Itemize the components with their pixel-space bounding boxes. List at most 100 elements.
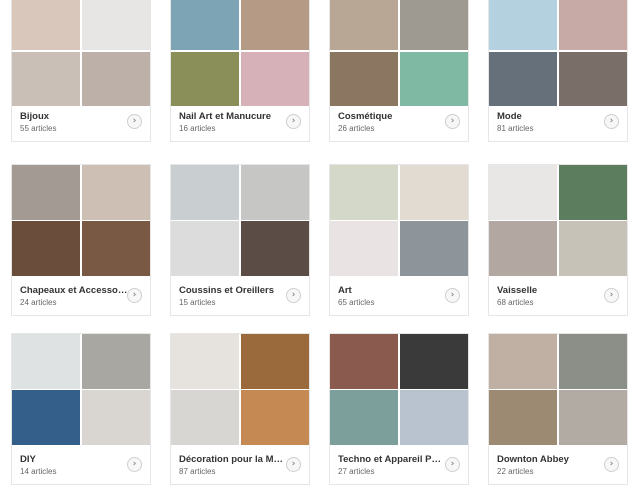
chevron-right-icon[interactable]: ›	[604, 288, 619, 303]
chevron-right-icon[interactable]: ›	[127, 114, 142, 129]
thumbnail-image[interactable]	[330, 334, 398, 389]
chevron-right-icon[interactable]: ›	[604, 114, 619, 129]
card-title[interactable]: Downton Abbey	[497, 454, 605, 465]
thumbnail-image[interactable]	[400, 165, 468, 220]
thumbnail-image[interactable]	[82, 52, 150, 106]
card-footer[interactable]: Cosmétique 26 articles ›	[330, 105, 468, 141]
thumbnail-image[interactable]	[489, 52, 557, 106]
thumbnail-image[interactable]	[559, 334, 627, 389]
card-footer[interactable]: Décoration pour la Maison 87 articles ›	[171, 448, 309, 484]
thumbnail-image[interactable]	[489, 334, 557, 389]
category-card[interactable]: Nail Art et Manucure 16 articles ›	[170, 0, 310, 142]
thumbnail-image[interactable]	[241, 165, 309, 220]
thumbnail-mosaic[interactable]	[330, 165, 468, 276]
thumbnail-mosaic[interactable]	[489, 0, 627, 106]
card-footer[interactable]: Chapeaux et Accessoires 24 articles ›	[12, 279, 150, 315]
thumbnail-image[interactable]	[330, 0, 398, 50]
card-title[interactable]: Bijoux	[20, 111, 128, 122]
thumbnail-mosaic[interactable]	[171, 0, 309, 106]
category-card[interactable]: Décoration pour la Maison 87 articles ›	[170, 333, 310, 485]
thumbnail-image[interactable]	[241, 0, 309, 50]
category-card[interactable]: Vaisselle 68 articles ›	[488, 164, 628, 316]
thumbnail-image[interactable]	[400, 334, 468, 389]
thumbnail-image[interactable]	[330, 52, 398, 106]
card-footer[interactable]: Mode 81 articles ›	[489, 105, 627, 141]
thumbnail-image[interactable]	[241, 221, 309, 276]
thumbnail-image[interactable]	[489, 221, 557, 276]
thumbnail-image[interactable]	[12, 165, 80, 220]
card-title[interactable]: Coussins et Oreillers	[179, 285, 287, 296]
chevron-right-icon[interactable]: ›	[286, 288, 301, 303]
card-title[interactable]: Art	[338, 285, 446, 296]
card-title[interactable]: Nail Art et Manucure	[179, 111, 287, 122]
card-footer[interactable]: Bijoux 55 articles ›	[12, 105, 150, 141]
card-footer[interactable]: Vaisselle 68 articles ›	[489, 279, 627, 315]
card-title[interactable]: Décoration pour la Maison	[179, 454, 287, 465]
thumbnail-image[interactable]	[171, 0, 239, 50]
category-card[interactable]: Cosmétique 26 articles ›	[329, 0, 469, 142]
chevron-right-icon[interactable]: ›	[604, 457, 619, 472]
card-title[interactable]: Mode	[497, 111, 605, 122]
category-card[interactable]: Mode 81 articles ›	[488, 0, 628, 142]
thumbnail-image[interactable]	[559, 221, 627, 276]
chevron-right-icon[interactable]: ›	[127, 288, 142, 303]
thumbnail-image[interactable]	[82, 390, 150, 445]
chevron-right-icon[interactable]: ›	[445, 288, 460, 303]
chevron-right-icon[interactable]: ›	[127, 457, 142, 472]
thumbnail-image[interactable]	[489, 0, 557, 50]
card-footer[interactable]: Art 65 articles ›	[330, 279, 468, 315]
thumbnail-image[interactable]	[12, 390, 80, 445]
thumbnail-image[interactable]	[400, 0, 468, 50]
thumbnail-image[interactable]	[489, 165, 557, 220]
thumbnail-image[interactable]	[330, 165, 398, 220]
thumbnail-mosaic[interactable]	[489, 165, 627, 276]
thumbnail-image[interactable]	[241, 334, 309, 389]
thumbnail-image[interactable]	[400, 221, 468, 276]
chevron-right-icon[interactable]: ›	[445, 114, 460, 129]
card-title[interactable]: Chapeaux et Accessoires	[20, 285, 128, 296]
thumbnail-image[interactable]	[559, 0, 627, 50]
category-card[interactable]: Bijoux 55 articles ›	[11, 0, 151, 142]
card-footer[interactable]: Coussins et Oreillers 15 articles ›	[171, 279, 309, 315]
chevron-right-icon[interactable]: ›	[445, 457, 460, 472]
category-card[interactable]: DIY 14 articles ›	[11, 333, 151, 485]
thumbnail-image[interactable]	[12, 334, 80, 389]
thumbnail-image[interactable]	[171, 221, 239, 276]
thumbnail-image[interactable]	[559, 52, 627, 106]
thumbnail-image[interactable]	[330, 390, 398, 445]
thumbnail-mosaic[interactable]	[330, 0, 468, 106]
category-card[interactable]: Art 65 articles ›	[329, 164, 469, 316]
thumbnail-image[interactable]	[82, 221, 150, 276]
thumbnail-image[interactable]	[171, 390, 239, 445]
card-footer[interactable]: Downton Abbey 22 articles ›	[489, 448, 627, 484]
thumbnail-image[interactable]	[171, 52, 239, 106]
thumbnail-image[interactable]	[171, 334, 239, 389]
category-card[interactable]: Downton Abbey 22 articles ›	[488, 333, 628, 485]
thumbnail-mosaic[interactable]	[12, 334, 150, 445]
thumbnail-image[interactable]	[489, 390, 557, 445]
thumbnail-image[interactable]	[171, 165, 239, 220]
thumbnail-image[interactable]	[12, 52, 80, 106]
thumbnail-image[interactable]	[82, 165, 150, 220]
category-card[interactable]: Techno et Appareil Photo 27 articles ›	[329, 333, 469, 485]
thumbnail-image[interactable]	[559, 390, 627, 445]
thumbnail-image[interactable]	[241, 52, 309, 106]
card-footer[interactable]: Nail Art et Manucure 16 articles ›	[171, 105, 309, 141]
thumbnail-mosaic[interactable]	[171, 334, 309, 445]
thumbnail-image[interactable]	[12, 221, 80, 276]
card-title[interactable]: DIY	[20, 454, 128, 465]
thumbnail-mosaic[interactable]	[489, 334, 627, 445]
chevron-right-icon[interactable]: ›	[286, 114, 301, 129]
thumbnail-image[interactable]	[82, 0, 150, 50]
thumbnail-image[interactable]	[400, 390, 468, 445]
thumbnail-image[interactable]	[241, 390, 309, 445]
thumbnail-mosaic[interactable]	[12, 165, 150, 276]
card-title[interactable]: Vaisselle	[497, 285, 605, 296]
card-footer[interactable]: DIY 14 articles ›	[12, 448, 150, 484]
card-footer[interactable]: Techno et Appareil Photo 27 articles ›	[330, 448, 468, 484]
card-title[interactable]: Techno et Appareil Photo	[338, 454, 446, 465]
thumbnail-image[interactable]	[330, 221, 398, 276]
thumbnail-mosaic[interactable]	[12, 0, 150, 106]
thumbnail-mosaic[interactable]	[171, 165, 309, 276]
thumbnail-image[interactable]	[400, 52, 468, 106]
